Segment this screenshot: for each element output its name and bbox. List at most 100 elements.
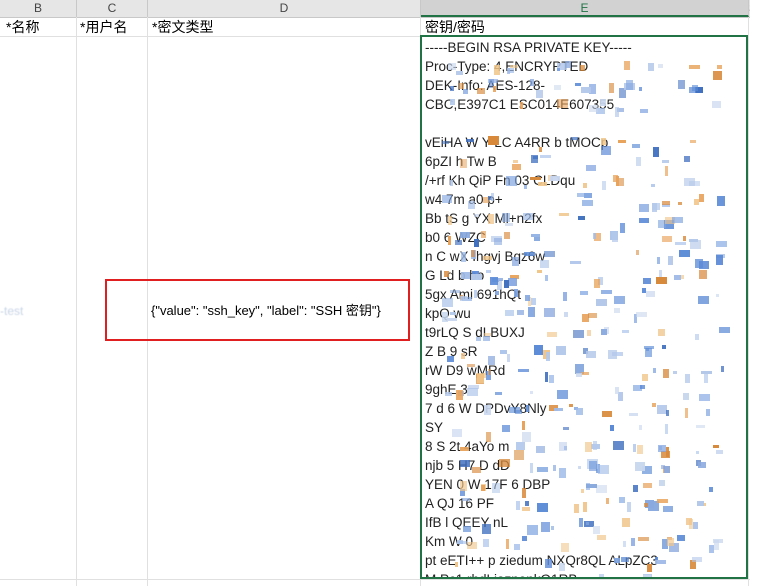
- redaction-pixel: [586, 165, 596, 171]
- redaction-pixel: [642, 288, 646, 293]
- redaction-pixel: [545, 275, 548, 281]
- redaction-pixel: [490, 277, 498, 285]
- redaction-pixel: [657, 257, 660, 264]
- redaction-pixel: [685, 408, 688, 418]
- redaction-pixel: [716, 450, 723, 454]
- redaction-pixel: [612, 232, 618, 242]
- redaction-pixel: [662, 345, 666, 349]
- redaction-pixel: [709, 545, 714, 553]
- redaction-pixel: [613, 441, 624, 450]
- redaction-pixel: [713, 445, 719, 448]
- grid-line: [748, 17, 749, 586]
- redaction-pixel: [622, 330, 629, 333]
- redaction-pixel: [455, 577, 464, 579]
- redaction-pixel: [525, 295, 530, 301]
- redaction-pixel: [502, 425, 510, 432]
- redaction-pixel: [586, 483, 590, 490]
- redaction-pixel: [662, 201, 670, 205]
- redaction-pixel: [618, 140, 626, 143]
- redaction-pixel: [717, 196, 725, 206]
- redaction-pixel: [636, 250, 639, 255]
- redaction-pixel: [620, 223, 625, 233]
- header-cipher-type[interactable]: *密文类型: [148, 18, 418, 36]
- redaction-pixel: [582, 200, 593, 206]
- redaction-pixel: [541, 522, 550, 532]
- redaction-pixel: [608, 350, 617, 359]
- redaction-pixel: [694, 199, 699, 205]
- redaction-pixel: [537, 467, 548, 472]
- redaction-pixel: [721, 366, 724, 372]
- redaction-pixel: [569, 404, 573, 407]
- redaction-pixel: [692, 557, 702, 562]
- redaction-pixel: [614, 308, 620, 313]
- column-header-d[interactable]: D: [148, 0, 421, 17]
- redaction-pixel: [518, 369, 529, 372]
- grid-line: [0, 579, 758, 580]
- redaction-pixel: [583, 502, 587, 512]
- redaction-pixel: [586, 351, 596, 358]
- redaction-pixel: [510, 275, 519, 279]
- key-line: YEN 0 W 17F 6 DBP: [425, 477, 551, 492]
- redaction-pixel: [522, 421, 525, 430]
- redaction-pixel: [601, 290, 612, 294]
- redaction-pixel: [491, 236, 502, 242]
- redaction-pixel: [581, 87, 591, 93]
- key-line: DEK-Info: AES-128-: [425, 78, 546, 93]
- redaction-pixel: [657, 499, 668, 503]
- key-line: 6pZI h Tw B: [425, 154, 497, 169]
- redaction-pixel: [579, 518, 583, 527]
- key-line: rW D9 wMRd: [425, 363, 506, 378]
- redaction-pixel: [520, 578, 525, 579]
- redaction-pixel: [610, 231, 618, 240]
- redaction-pixel: [575, 83, 581, 86]
- redaction-pixel: [584, 193, 592, 198]
- column-header-e[interactable]: E: [421, 0, 749, 17]
- redaction-pixel: [695, 87, 703, 93]
- redaction-pixel: [716, 255, 723, 265]
- redaction-pixel: [652, 403, 656, 407]
- redaction-pixel: [653, 368, 656, 373]
- redaction-pixel: [684, 178, 695, 186]
- redaction-pixel: [530, 463, 533, 473]
- redaction-pixel: [639, 204, 649, 212]
- redaction-pixel: [578, 216, 585, 220]
- redaction-pixel: [664, 220, 674, 229]
- redaction-pixel: [589, 461, 597, 471]
- redaction-pixel: [616, 176, 619, 186]
- redaction-pixel: [642, 466, 652, 474]
- redaction-pixel: [664, 466, 670, 473]
- redaction-pixel: [522, 432, 531, 442]
- redaction-pixel: [695, 334, 699, 340]
- redaction-pixel: [658, 64, 663, 68]
- redaction-pixel: [574, 407, 578, 410]
- redaction-pixel: [574, 504, 579, 513]
- grid-line: [76, 17, 77, 586]
- redaction-pixel: [582, 314, 589, 322]
- redaction-pixel: [651, 184, 655, 187]
- selected-key-cell[interactable]: -----BEGIN RSA PRIVATE KEY----- Proc-Type…: [420, 35, 748, 579]
- redaction-pixel: [653, 147, 659, 157]
- key-line: /+rf Kh QiP Fn 03 CLDqu: [425, 173, 576, 188]
- redaction-pixel: [570, 261, 581, 264]
- key-line: IfB l QEEY nL: [425, 515, 509, 530]
- row-name-cell[interactable]: -test: [0, 302, 72, 320]
- redaction-pixel: [525, 501, 529, 506]
- redaction-pixel: [624, 83, 635, 90]
- redaction-pixel: [601, 329, 607, 335]
- key-line: vEiHA W Y LC A4RR b tMOCp: [425, 135, 609, 150]
- redaction-pixel: [716, 254, 725, 258]
- redaction-pixel: [675, 242, 686, 245]
- highlight-box: [105, 279, 410, 341]
- column-header-b[interactable]: B: [0, 0, 77, 17]
- column-header-c[interactable]: C: [77, 0, 148, 17]
- key-line: Km W 0: [425, 534, 474, 549]
- redaction-pixel: [494, 238, 502, 245]
- header-key-password[interactable]: 密钥/密码: [421, 18, 745, 36]
- redaction-pixel: [684, 156, 690, 162]
- redaction-pixel: [632, 144, 640, 148]
- header-name[interactable]: *名称: [2, 18, 76, 36]
- redaction-pixel: [661, 465, 665, 469]
- header-username[interactable]: *用户名: [76, 18, 146, 36]
- redaction-pixel: [506, 539, 509, 549]
- redaction-pixel: [689, 65, 700, 69]
